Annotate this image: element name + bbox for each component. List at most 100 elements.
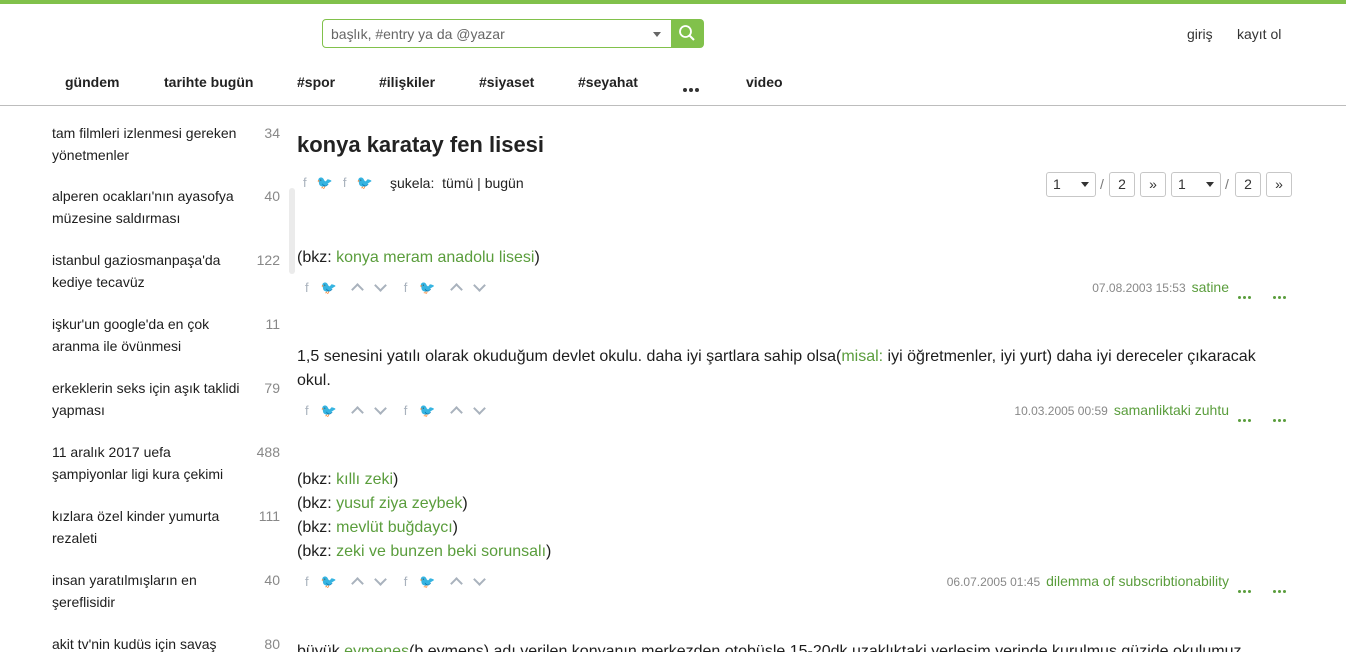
- page-select[interactable]: 1: [1171, 172, 1221, 197]
- facebook-icon[interactable]: f: [305, 280, 309, 295]
- register-link[interactable]: kayıt ol: [1237, 26, 1281, 42]
- search-dropdown-icon[interactable]: [653, 32, 661, 37]
- twitter-icon[interactable]: 🐦: [356, 175, 372, 191]
- bkz-link[interactable]: kıllı zeki: [336, 471, 393, 488]
- facebook-icon[interactable]: f: [404, 280, 408, 295]
- sidebar-topic[interactable]: insan yaratılmışların en şereflisidir 40: [52, 569, 290, 613]
- sidebar-topic[interactable]: tam filmleri izlenmesi gereken yönetmenl…: [52, 122, 290, 166]
- downvote-icon[interactable]: [374, 573, 388, 587]
- facebook-icon[interactable]: f: [303, 175, 307, 190]
- twitter-icon[interactable]: 🐦: [317, 175, 333, 191]
- page-select[interactable]: 1: [1046, 172, 1096, 197]
- more-icon[interactable]: [1238, 580, 1253, 598]
- chevron-down-icon: [1081, 182, 1089, 187]
- topic-count: 488: [256, 444, 280, 460]
- twitter-icon[interactable]: 🐦: [419, 574, 435, 590]
- site-header: giriş kayıt ol gündem tarihte bugün #spo…: [0, 4, 1346, 106]
- upvote-icon[interactable]: [351, 283, 365, 297]
- nav-more-icon[interactable]: [683, 79, 701, 97]
- topic-title: 11 aralık 2017 uefa şampiyonlar ligi kur…: [52, 444, 224, 482]
- nav-tarihte-bugun[interactable]: tarihte bugün: [164, 74, 253, 90]
- sidebar-topic-list: tam filmleri izlenmesi gereken yönetmenl…: [0, 106, 290, 652]
- sidebar-topic[interactable]: erkeklerin seks için aşık taklidi yapmas…: [52, 377, 290, 421]
- downvote-icon[interactable]: [473, 279, 486, 293]
- upvote-icon[interactable]: [351, 406, 365, 420]
- downvote-icon[interactable]: [473, 402, 486, 416]
- bkz-link[interactable]: yusuf ziya zeybek: [336, 495, 462, 512]
- entry-date[interactable]: 06.07.2005 01:45: [947, 575, 1040, 589]
- topic-count: 34: [264, 125, 280, 141]
- topic-title: insan yaratılmışların en şereflisidir: [52, 572, 197, 610]
- entry-footer: f 🐦 f 🐦 10.03.2005 00:59 samanliktaki zuhtu: [297, 401, 1289, 422]
- search-form: [322, 19, 704, 48]
- facebook-icon[interactable]: f: [404, 574, 408, 589]
- entry-footer: f 🐦 f 🐦 07.08.2003 15:53 satine: [297, 278, 1289, 299]
- downvote-icon[interactable]: [374, 402, 388, 416]
- sidebar-topic[interactable]: istanbul gaziosmanpaşa'da kediye tecavüz…: [52, 249, 290, 293]
- last-page-button[interactable]: 2: [1109, 172, 1135, 197]
- nav-spor[interactable]: #spor: [297, 74, 335, 90]
- nav-seyahat[interactable]: #seyahat: [578, 74, 638, 90]
- twitter-icon[interactable]: 🐦: [321, 403, 337, 419]
- last-page-button[interactable]: 2: [1235, 172, 1261, 197]
- sidebar-topic[interactable]: 11 aralık 2017 uefa şampiyonlar ligi kur…: [52, 441, 290, 485]
- upvote-icon[interactable]: [450, 283, 463, 297]
- next-page-button[interactable]: »: [1266, 172, 1292, 197]
- upvote-icon[interactable]: [450, 577, 463, 591]
- filter-separator: |: [477, 175, 481, 191]
- upvote-icon[interactable]: [450, 406, 463, 420]
- facebook-icon[interactable]: f: [343, 175, 347, 190]
- entry-content: 1,5 senesini yatılı olarak okuduğum devl…: [297, 348, 1256, 389]
- more-icon[interactable]: [1273, 409, 1288, 427]
- entry-author[interactable]: samanliktaki zuhtu: [1114, 402, 1229, 418]
- more-icon[interactable]: [1238, 286, 1253, 304]
- login-link[interactable]: giriş: [1187, 26, 1213, 42]
- twitter-icon[interactable]: 🐦: [321, 574, 337, 590]
- sidebar-scrollbar[interactable]: [289, 188, 295, 274]
- upvote-icon[interactable]: [351, 577, 365, 591]
- bkz-link[interactable]: zeki ve bunzen beki sorunsalı: [336, 543, 546, 560]
- entry-author[interactable]: satine: [1192, 279, 1229, 295]
- topic-count: 111: [258, 508, 280, 524]
- sidebar-topic[interactable]: kızlara özel kinder yumurta rezaleti 111: [52, 505, 290, 549]
- topic-count: 40: [264, 188, 280, 204]
- topic-count: 40: [264, 572, 280, 588]
- nav-gundem[interactable]: gündem: [65, 74, 119, 90]
- bkz-link[interactable]: mevlüt buğdaycı: [336, 519, 453, 536]
- bkz-link[interactable]: eymenes: [344, 643, 409, 652]
- filter-all-link[interactable]: tümü: [442, 175, 473, 191]
- more-icon[interactable]: [1238, 409, 1253, 427]
- facebook-icon[interactable]: f: [305, 403, 309, 418]
- entry-date[interactable]: 07.08.2003 15:53: [1092, 281, 1185, 295]
- downvote-icon[interactable]: [374, 279, 388, 293]
- twitter-icon[interactable]: 🐦: [321, 280, 337, 296]
- nav-iliskiler[interactable]: #ilişkiler: [379, 74, 435, 90]
- twitter-icon[interactable]: 🐦: [419, 403, 435, 419]
- entry-author[interactable]: dilemma of subscribtionability: [1046, 573, 1229, 589]
- page-select-value: 1: [1053, 176, 1061, 192]
- downvote-icon[interactable]: [473, 573, 486, 587]
- entry-date[interactable]: 10.03.2005 00:59: [1014, 404, 1107, 418]
- search-input[interactable]: [331, 24, 641, 44]
- topic-content: konya karatay fen lisesi f 🐦 f 🐦 şukela: tü…: [297, 106, 1297, 652]
- sidebar-topic[interactable]: alperen ocakları'nın ayasofya müzesine s…: [52, 185, 290, 229]
- bkz-line: (bkz: mevlüt buğdaycı): [297, 519, 458, 536]
- topic-count: 79: [264, 380, 280, 396]
- topic-title[interactable]: konya karatay fen lisesi: [297, 132, 544, 158]
- more-icon[interactable]: [1273, 286, 1288, 304]
- entry-content: (bkz: konya meram anadolu lisesi): [297, 246, 1287, 270]
- filter-today-link[interactable]: bugün: [485, 175, 524, 191]
- facebook-icon[interactable]: f: [305, 574, 309, 589]
- bkz-link[interactable]: misal:: [841, 348, 883, 365]
- nav-video[interactable]: video: [746, 74, 783, 90]
- topic-title: işkur'un google'da en çok aranma ile övü…: [52, 316, 210, 354]
- search-button[interactable]: [671, 19, 704, 48]
- sidebar-topic[interactable]: akit tv'nin kudüs için savaş 80: [52, 633, 290, 652]
- next-page-button[interactable]: »: [1140, 172, 1166, 197]
- more-icon[interactable]: [1273, 580, 1288, 598]
- twitter-icon[interactable]: 🐦: [419, 280, 435, 296]
- nav-siyaset[interactable]: #siyaset: [479, 74, 534, 90]
- facebook-icon[interactable]: f: [404, 403, 408, 418]
- bkz-link[interactable]: konya meram anadolu lisesi: [336, 249, 534, 266]
- sidebar-topic[interactable]: işkur'un google'da en çok aranma ile övü…: [52, 313, 290, 357]
